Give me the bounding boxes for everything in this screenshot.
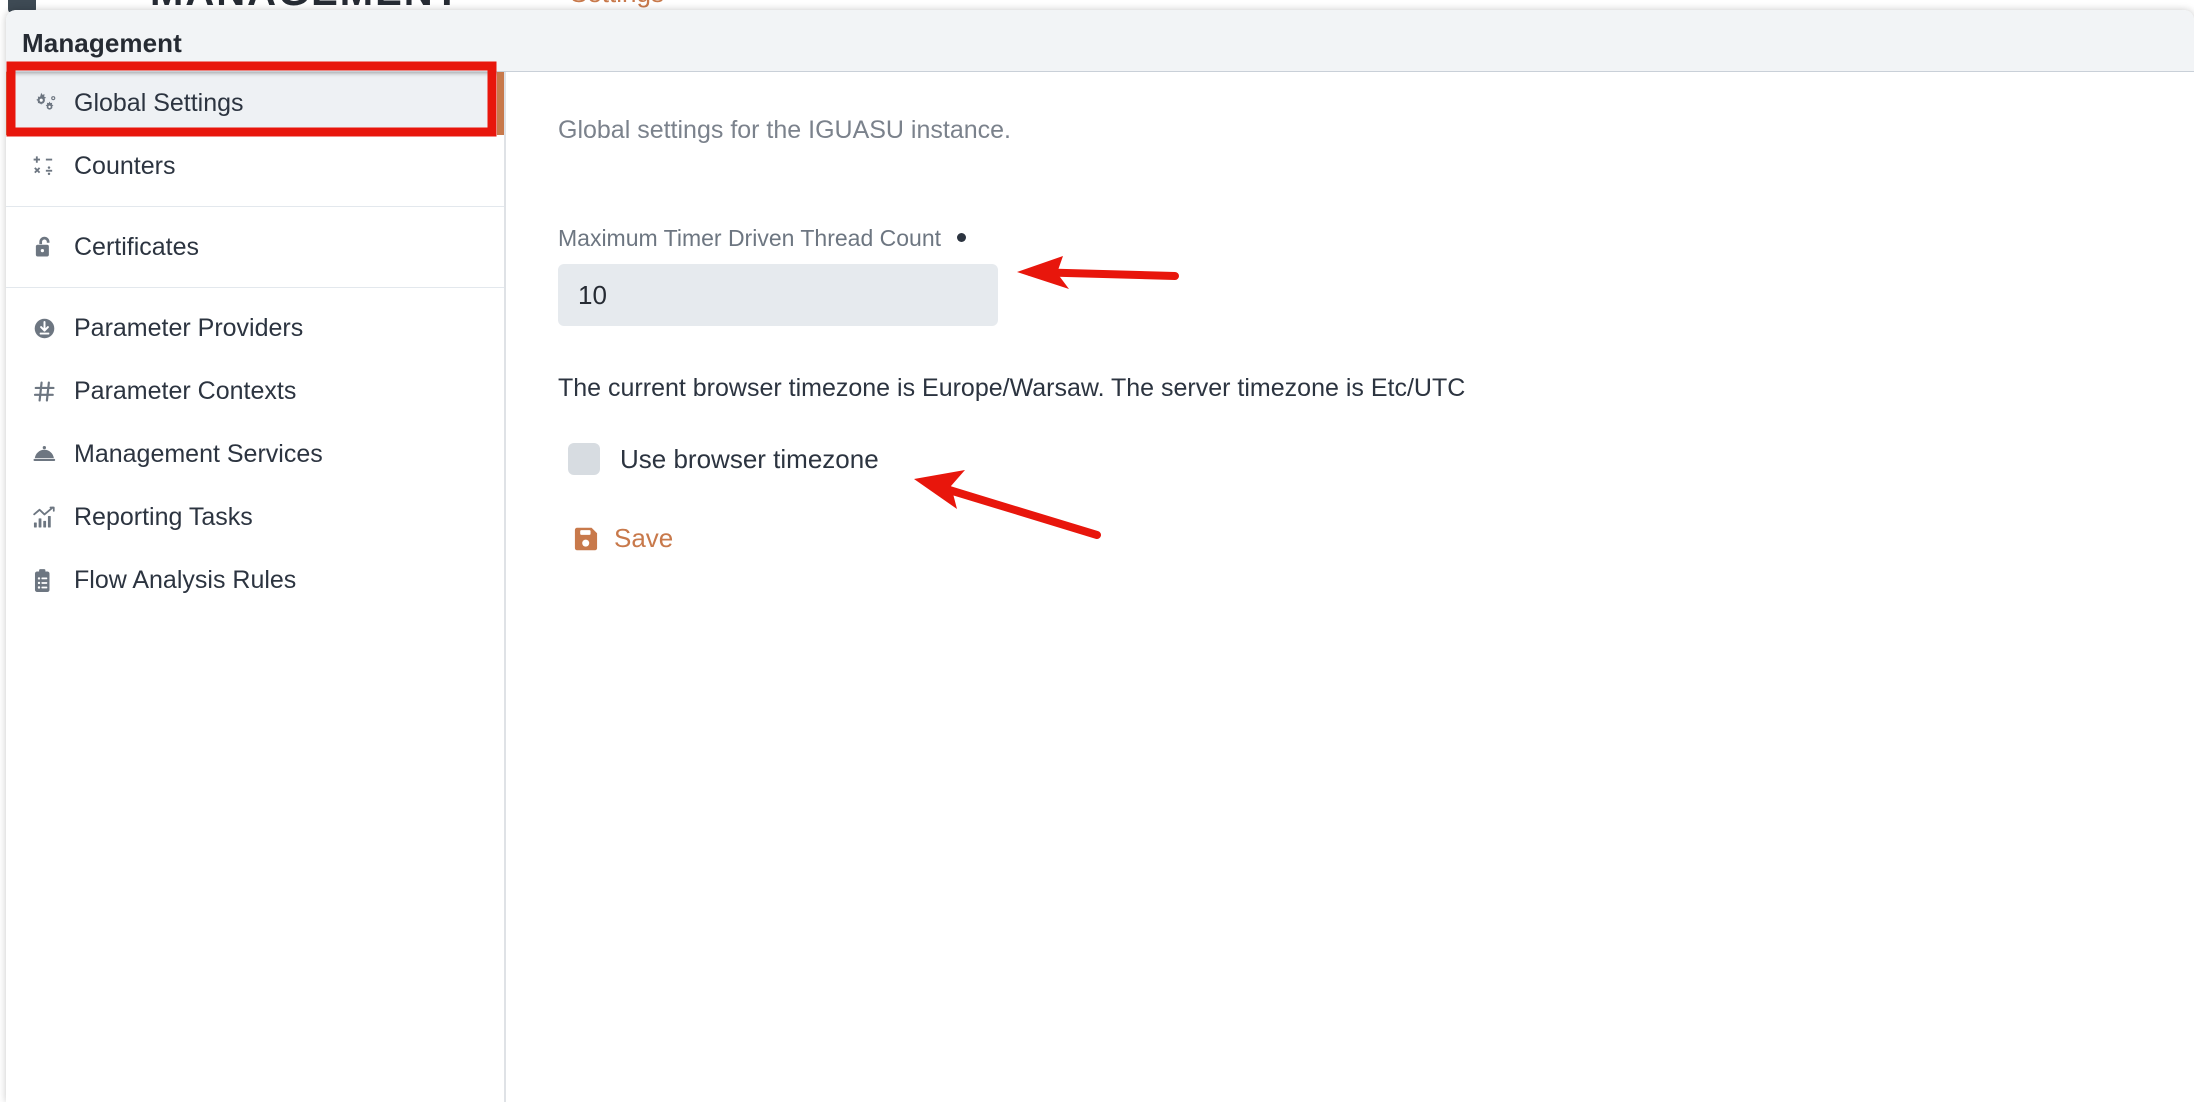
sidebar-item-label: Certificates bbox=[74, 233, 200, 261]
padlock-icon bbox=[32, 235, 66, 261]
page-title: Management bbox=[22, 28, 182, 58]
background-page-secondary: Settings bbox=[570, 0, 664, 9]
sidebar-item-label: Parameter Providers bbox=[74, 314, 304, 342]
sidebar-group-general: Global Settings Counters bbox=[6, 72, 504, 206]
max-timer-thread-label: Maximum Timer Driven Thread Count bbox=[558, 225, 2194, 252]
sidebar-item-label: Reporting Tasks bbox=[74, 503, 253, 531]
save-button-label: Save bbox=[614, 523, 674, 553]
sidebar-item-flow-analysis-rules[interactable]: Flow Analysis Rules bbox=[6, 549, 504, 612]
sidebar-item-parameter-providers[interactable]: Parameter Providers bbox=[6, 297, 504, 360]
global-settings-panel: Global settings for the IGUASU instance.… bbox=[508, 72, 2194, 1102]
max-timer-thread-input[interactable] bbox=[558, 264, 998, 326]
hash-icon bbox=[32, 379, 66, 404]
sidebar-item-reporting-tasks[interactable]: Reporting Tasks bbox=[6, 486, 504, 549]
settings-sidebar: Global Settings Counters Certificates Pa… bbox=[6, 72, 506, 1102]
sidebar-item-label: Management Services bbox=[74, 440, 323, 468]
use-browser-timezone-row[interactable]: Use browser timezone bbox=[558, 443, 879, 475]
counters-icon bbox=[32, 154, 66, 180]
sidebar-item-management-services[interactable]: Management Services bbox=[6, 423, 504, 486]
timezone-note: The current browser timezone is Europe/W… bbox=[558, 374, 1466, 402]
management-dialog: Management Global Settings Counters Cert… bbox=[6, 10, 2194, 1102]
sidebar-item-certificates[interactable]: Certificates bbox=[6, 216, 504, 279]
use-browser-timezone-label: Use browser timezone bbox=[620, 443, 879, 474]
panel-subtitle: Global settings for the IGUASU instance. bbox=[558, 116, 1011, 144]
sidebar-item-label: Flow Analysis Rules bbox=[74, 566, 297, 594]
service-bell-icon bbox=[32, 443, 66, 467]
dialog-header: Management bbox=[6, 10, 2194, 72]
sidebar-item-parameter-contexts[interactable]: Parameter Contexts bbox=[6, 360, 504, 423]
use-browser-timezone-checkbox[interactable] bbox=[568, 443, 600, 475]
sidebar-item-label: Counters bbox=[74, 152, 176, 180]
gears-icon bbox=[32, 91, 66, 117]
sidebar-item-counters[interactable]: Counters bbox=[6, 135, 504, 198]
sidebar-item-label: Parameter Contexts bbox=[74, 377, 297, 405]
sidebar-group-security: Certificates bbox=[6, 206, 504, 287]
sidebar-group-components: Parameter Providers Parameter Contexts M… bbox=[6, 287, 504, 612]
bar-chart-icon bbox=[32, 506, 66, 530]
sidebar-item-label: Global Settings bbox=[74, 89, 244, 117]
screen-root: MANAGEMENT Settings Management bbox=[0, 0, 2194, 1102]
clipboard-icon bbox=[32, 568, 66, 594]
required-marker-icon bbox=[957, 233, 967, 243]
save-button[interactable]: Save bbox=[573, 523, 673, 554]
sidebar-item-global-settings[interactable]: Global Settings bbox=[6, 72, 504, 135]
download-circle-icon bbox=[32, 316, 66, 341]
max-timer-thread-label-text: Maximum Timer Driven Thread Count bbox=[558, 225, 942, 251]
save-floppy-icon bbox=[573, 525, 600, 552]
